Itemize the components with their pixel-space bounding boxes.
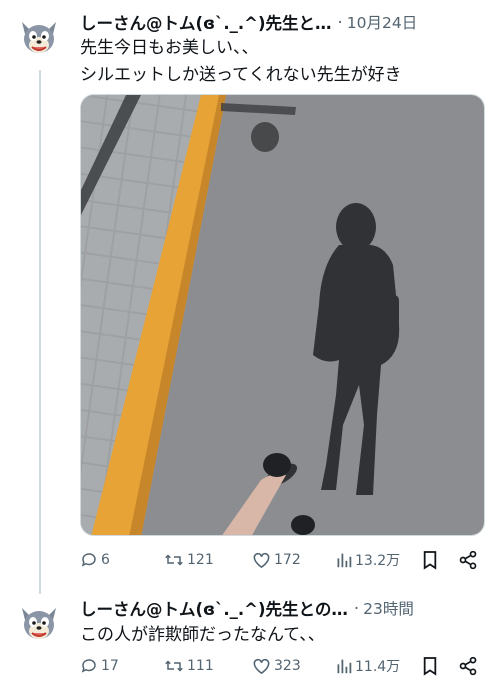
retweet-count: 111 [187, 658, 214, 674]
avatar[interactable] [16, 14, 62, 60]
reply-icon [81, 659, 96, 673]
retweet-button[interactable]: 121 [164, 548, 214, 572]
street-shadow-photo [81, 95, 484, 535]
cat-avatar-icon [16, 600, 62, 646]
reply-count: 17 [101, 658, 119, 674]
tweet-header: しーさん@トム(ɞ`._.^)先生との… · 23時間 [80, 596, 485, 620]
timestamp[interactable]: 23時間 [363, 597, 414, 619]
like-button[interactable]: 172 [252, 548, 301, 572]
tweet-actions: 6 121 172 13.2万 [80, 548, 485, 572]
views-icon [337, 553, 352, 568]
tweet-2[interactable]: しーさん@トム(ɞ`._.^)先生との… · 23時間 この人が詐欺師だったなん… [80, 596, 485, 649]
like-icon [253, 658, 270, 675]
reply-icon [81, 553, 96, 567]
tweet-actions: 17 111 323 11.4万 [80, 654, 485, 678]
retweet-icon [165, 660, 183, 672]
like-count: 172 [274, 552, 301, 568]
like-count: 323 [274, 658, 301, 674]
bookmark-button[interactable] [422, 548, 438, 572]
retweet-count: 121 [187, 552, 214, 568]
share-button[interactable] [458, 548, 478, 572]
thread-connector-line [39, 70, 41, 594]
avatar[interactable] [16, 600, 62, 646]
bookmark-button[interactable] [422, 654, 438, 678]
display-name[interactable]: しーさん@トム(ɞ`._.^)先生と… [80, 10, 332, 34]
views-count: 13.2万 [355, 553, 401, 569]
views-button[interactable]: 13.2万 [336, 548, 400, 572]
tweet-text-line: 先生今日もお美しい、、 [80, 38, 259, 58]
bookmark-icon [423, 657, 437, 676]
tweet-photo[interactable] [80, 94, 485, 536]
reply-button[interactable]: 6 [80, 548, 110, 572]
retweet-button[interactable]: 111 [164, 654, 214, 678]
share-icon [459, 656, 477, 676]
tweet-header: しーさん@トム(ɞ`._.^)先生と… · 10月24日 [80, 10, 485, 34]
reply-count: 6 [101, 552, 110, 568]
tweet-1[interactable]: しーさん@トム(ɞ`._.^)先生と… · 10月24日 先生今日もお美しい、、… [80, 10, 485, 89]
display-name[interactable]: しーさん@トム(ɞ`._.^)先生との… [80, 596, 348, 620]
separator-dot: · [353, 598, 360, 618]
cat-avatar-icon [16, 14, 62, 60]
views-icon [337, 659, 352, 674]
like-button[interactable]: 323 [252, 654, 301, 678]
tweet-text-line: この人が詐欺師だったなんて、、 [80, 625, 325, 645]
retweet-icon [165, 554, 183, 566]
views-button[interactable]: 11.4万 [336, 654, 400, 678]
views-count: 11.4万 [355, 659, 401, 675]
like-icon [253, 552, 270, 569]
separator-dot: · [337, 12, 343, 32]
timestamp[interactable]: 10月24日 [347, 11, 417, 33]
bookmark-icon [423, 551, 437, 570]
reply-button[interactable]: 17 [80, 654, 119, 678]
share-icon [459, 550, 477, 570]
tweet-text-line: シルエットしか送ってくれない先生が好き [80, 65, 402, 85]
share-button[interactable] [458, 654, 478, 678]
